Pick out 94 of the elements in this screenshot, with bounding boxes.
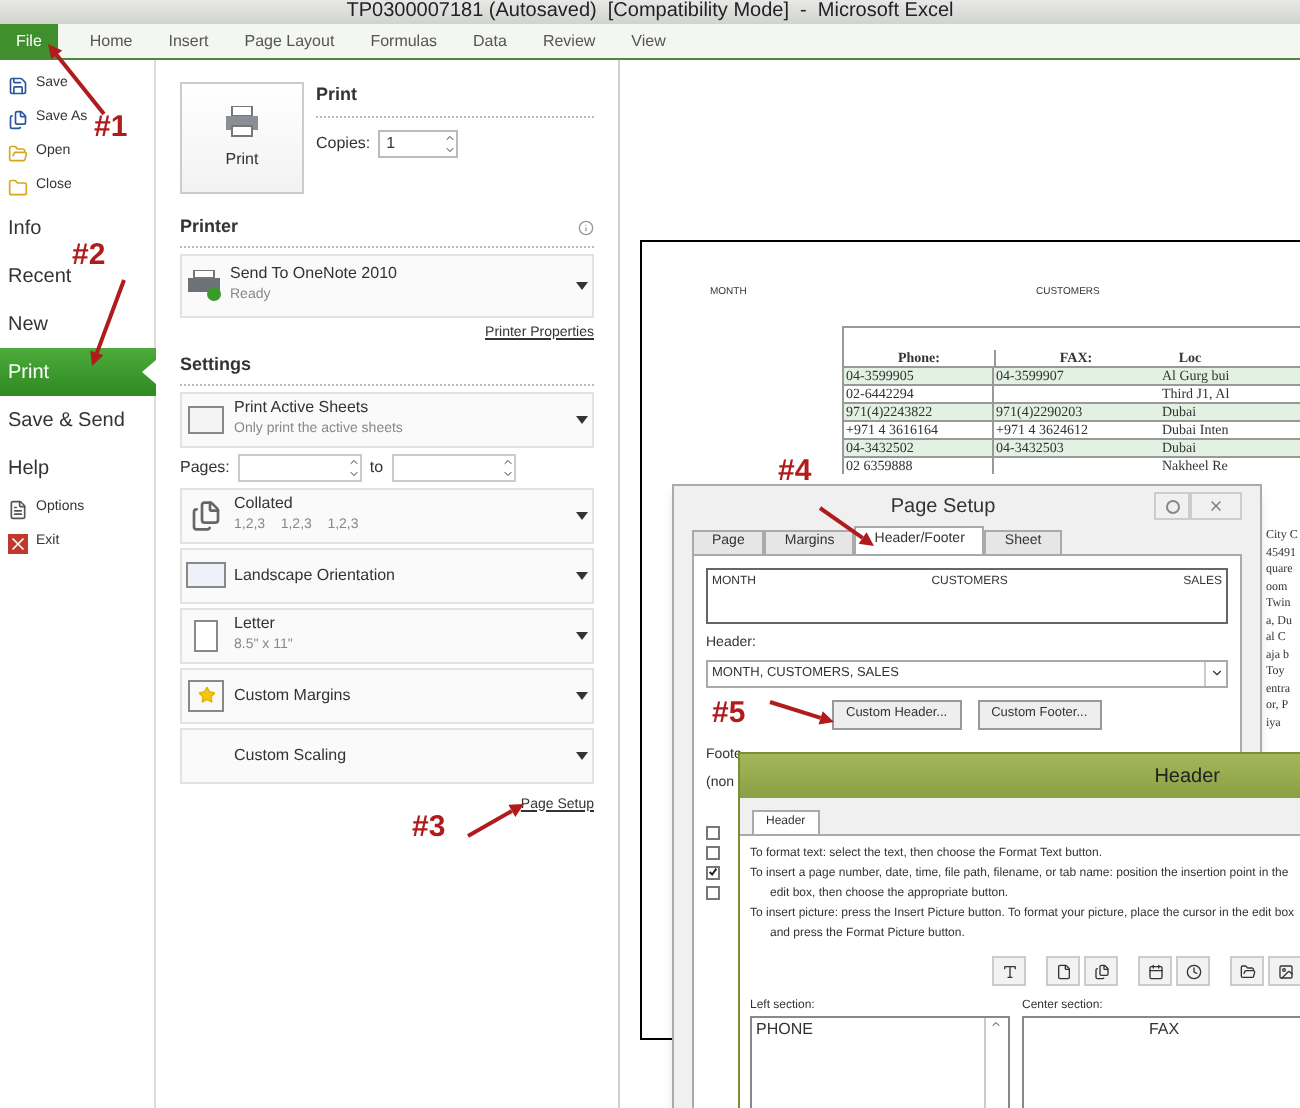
ribbon-tab[interactable]: File xyxy=(0,24,58,58)
ribbon-tab[interactable]: View xyxy=(627,24,670,58)
save-as-icon xyxy=(8,109,28,129)
toolbar-button[interactable] xyxy=(1084,956,1118,986)
spin-down-icon[interactable] xyxy=(501,467,514,479)
format-text-icon xyxy=(1001,963,1017,979)
page-count-icon xyxy=(1093,963,1109,979)
page-number-icon xyxy=(1055,963,1071,979)
print-button[interactable]: Print xyxy=(180,82,304,194)
spin-up-icon[interactable] xyxy=(444,131,457,143)
toolbar-button[interactable] xyxy=(992,956,1026,986)
nav-section[interactable]: Help xyxy=(0,444,154,492)
annotation-label: #2 xyxy=(72,240,106,270)
toolbar-button[interactable] xyxy=(1176,956,1210,986)
ribbon-tab[interactable]: Home xyxy=(85,24,137,58)
setting-dropdown[interactable]: Landscape Orientation xyxy=(180,547,594,603)
caret-icon xyxy=(576,571,588,579)
dropdown-chevron-icon[interactable] xyxy=(1209,666,1223,680)
setting-title: Collated xyxy=(234,492,295,517)
time-icon xyxy=(1185,963,1201,979)
left-section-field[interactable]: PHONE xyxy=(750,1016,1010,1108)
caret-icon xyxy=(576,281,588,289)
setting-title: Custom Scaling xyxy=(234,743,349,767)
caret-icon xyxy=(576,511,588,519)
toolbar-button[interactable] xyxy=(1268,956,1300,986)
setting-dropdown[interactable]: Custom Scaling xyxy=(180,727,594,783)
annotation-arrow xyxy=(769,700,834,725)
ribbon-tab[interactable]: Formulas xyxy=(366,24,442,58)
annotation-arrow xyxy=(90,279,126,366)
window-title: TP0300007181 (Autosaved) [Compatibility Mode] - Microsoft Excel xyxy=(346,2,954,22)
folder-icon xyxy=(8,177,28,197)
setting-title: Landscape Orientation xyxy=(234,563,397,587)
copies-label: Copies: xyxy=(316,131,371,155)
nav-section[interactable]: Print xyxy=(0,348,156,396)
help-button[interactable] xyxy=(1154,492,1190,520)
setting-dropdown[interactable]: Custom Margins xyxy=(180,667,594,723)
spin-up-icon[interactable] xyxy=(347,455,360,467)
printer-icon xyxy=(224,105,260,137)
toolbar-button[interactable] xyxy=(1138,956,1172,986)
annotation-label: #3 xyxy=(412,812,446,842)
nav-section[interactable]: Save & Send xyxy=(0,396,154,444)
margins-icon xyxy=(188,679,224,711)
ribbon-tab[interactable]: Review xyxy=(538,24,600,58)
printer-icon xyxy=(186,269,222,301)
center-section-field[interactable]: FAX xyxy=(1022,1016,1300,1108)
caret-icon xyxy=(576,691,588,699)
ribbon-tab[interactable]: Data xyxy=(469,24,511,58)
landscape-page-icon xyxy=(186,562,226,588)
checkbox[interactable] xyxy=(706,885,720,899)
annotation-label: #4 xyxy=(778,456,812,486)
spin-down-icon[interactable] xyxy=(444,143,457,155)
toolbar-button[interactable] xyxy=(1046,956,1080,986)
caret-icon xyxy=(576,751,588,759)
setting-title: Print Active Sheets xyxy=(234,396,371,421)
picture-icon xyxy=(1277,963,1293,979)
spin-up-icon[interactable] xyxy=(501,455,514,467)
pages-label: Pages: xyxy=(180,455,230,479)
to-label: to xyxy=(369,455,384,479)
checkbox[interactable] xyxy=(706,825,720,839)
spin-down-icon[interactable] xyxy=(347,467,360,479)
page-icon xyxy=(194,619,218,651)
folder-icon xyxy=(8,143,28,163)
printer-name: Send To OneNote 2010 xyxy=(230,262,399,287)
annotation-label: #5 xyxy=(712,698,746,728)
section-heading: Settings xyxy=(180,352,594,385)
date-icon xyxy=(1147,963,1163,979)
page-from-field[interactable] xyxy=(237,453,362,481)
annotation-label: #1 xyxy=(94,112,128,142)
page-to-field[interactable] xyxy=(391,453,516,481)
setting-title: Custom Margins xyxy=(234,683,353,707)
info-icon xyxy=(578,219,594,236)
section-heading: Printer xyxy=(180,214,239,240)
dialog-title: Header xyxy=(1154,763,1220,791)
setting-title: Letter xyxy=(234,612,277,637)
annotation-arrow xyxy=(467,804,524,838)
ribbon-tab[interactable]: Insert xyxy=(164,24,213,58)
sheet-icon xyxy=(188,405,224,433)
scroll-up-icon[interactable] xyxy=(989,1018,1001,1030)
toolbar-button[interactable] xyxy=(1230,956,1264,986)
ribbon-tab[interactable]: Page Layout xyxy=(240,24,339,58)
checkbox[interactable] xyxy=(706,845,720,859)
checkbox[interactable] xyxy=(706,865,720,879)
caret-icon xyxy=(576,415,588,423)
folder-icon xyxy=(1239,963,1255,979)
nav-section[interactable]: New xyxy=(0,300,154,348)
caret-icon xyxy=(576,631,588,639)
dialog-title: Page Setup xyxy=(888,493,998,521)
section-heading: Print xyxy=(316,82,594,117)
close-icon xyxy=(1208,498,1224,514)
document-icon xyxy=(8,499,28,519)
collated-pages-icon xyxy=(190,499,222,531)
help-icon xyxy=(1165,499,1179,513)
copies-field[interactable]: 1 xyxy=(378,129,459,157)
exit-icon xyxy=(8,533,28,553)
